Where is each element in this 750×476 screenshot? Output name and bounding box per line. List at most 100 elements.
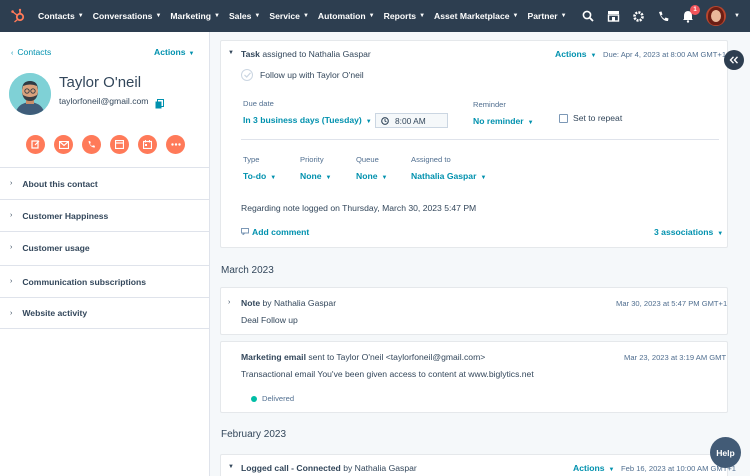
due-date-label: Due date — [243, 99, 274, 108]
task-actions-dropdown[interactable]: Actions ▼ — [555, 49, 596, 59]
contact-actions-dropdown[interactable]: Actions ▼ — [154, 47, 194, 57]
create-note-button[interactable] — [26, 135, 45, 154]
section-label: About this contact — [22, 178, 98, 189]
section-label: Communication subscriptions — [22, 276, 147, 287]
section-about-this-contact[interactable]: › About this contact — [0, 167, 209, 199]
queue-dropdown[interactable]: None ▼ — [356, 171, 387, 181]
nav-label: Service — [269, 11, 300, 21]
assigned-to-dropdown[interactable]: Nathalia Gaspar ▼ — [411, 171, 486, 181]
note-type-label: Note — [241, 298, 261, 308]
nav-conversations[interactable]: Conversations ▼ — [93, 11, 162, 21]
due-time-input[interactable]: 8:00 AM — [375, 113, 448, 128]
complete-task-checkbox[interactable] — [241, 69, 253, 81]
email-recipient: sent to Taylor O'neil <taylorfoneil@gmai… — [308, 352, 486, 362]
chevron-down-icon: ▼ — [717, 231, 724, 237]
section-customer-happiness[interactable]: › Customer Happiness — [0, 199, 209, 231]
nav-label: Contacts — [38, 11, 75, 21]
calling-icon[interactable] — [656, 9, 670, 23]
help-button[interactable]: Help — [710, 437, 741, 468]
due-date-dropdown[interactable]: In 3 business days (Tuesday) ▼ — [243, 115, 372, 125]
section-website-activity[interactable]: › Website activity — [0, 297, 209, 329]
set-to-repeat-checkbox[interactable] — [559, 114, 568, 123]
note-card[interactable]: › Note by Nathalia Gaspar Mar 30, 2023 a… — [220, 287, 728, 335]
section-customer-usage[interactable]: › Customer usage — [0, 231, 209, 263]
back-to-contacts-link[interactable]: ‹ Contacts — [11, 47, 51, 57]
type-dropdown[interactable]: To-do ▼ — [243, 171, 276, 181]
assigned-to-label: Assigned to — [411, 155, 451, 164]
actions-label: Actions — [573, 463, 605, 473]
type-label: Type — [243, 155, 260, 164]
call-button[interactable] — [82, 135, 101, 154]
nav-label: Partner — [527, 11, 558, 21]
email-icon — [58, 140, 69, 149]
chevron-right-icon[interactable]: › — [228, 299, 230, 306]
clock-icon — [381, 116, 389, 125]
marketplace-icon[interactable] — [606, 9, 620, 23]
chevron-down-icon[interactable]: ▼ — [734, 13, 740, 19]
contact-sidebar: ‹ Contacts Actions ▼ Taylor O'neil taylorf… — [0, 32, 210, 476]
contact-avatar — [9, 73, 51, 115]
note-header: Note by Nathalia Gaspar — [241, 298, 336, 308]
chevron-down-icon: ▼ — [302, 13, 309, 19]
set-to-repeat-label: Set to repeat — [573, 113, 623, 123]
nav-service[interactable]: Service ▼ — [269, 11, 309, 21]
email-type-label: Marketing email — [241, 352, 306, 362]
divider — [241, 139, 719, 140]
more-button[interactable] — [166, 135, 185, 154]
call-actions-dropdown[interactable]: Actions ▼ — [573, 463, 614, 473]
note-body: Deal Follow up — [241, 315, 298, 325]
search-icon[interactable] — [581, 9, 595, 23]
chevron-down-icon: ▼ — [608, 467, 615, 473]
nav-reports[interactable]: Reports ▼ — [384, 11, 425, 21]
nav-sales[interactable]: Sales ▼ — [229, 11, 260, 21]
nav-contacts[interactable]: Contacts ▼ — [38, 11, 84, 21]
email-button[interactable] — [54, 135, 73, 154]
chevron-right-icon: › — [10, 180, 13, 187]
chevron-down-icon[interactable]: ▼ — [228, 50, 234, 56]
task-header: Task assigned to Nathalia Gaspar — [241, 49, 371, 59]
chevron-right-icon: › — [10, 244, 13, 251]
section-communication-subscriptions[interactable]: › Communication subscriptions — [0, 265, 209, 297]
copy-icon[interactable] — [155, 96, 164, 109]
user-avatar[interactable] — [706, 6, 727, 26]
month-header-february: February 2023 — [221, 429, 287, 440]
month-header-march: March 2023 — [221, 265, 274, 276]
notifications-icon[interactable]: 1 — [681, 5, 701, 23]
nav-marketing[interactable]: Marketing ▼ — [170, 11, 220, 21]
chevron-down-icon: ▼ — [325, 175, 332, 181]
chevron-left-icon: ‹ — [11, 50, 14, 57]
avatar-face — [711, 10, 722, 22]
nav-partner[interactable]: Partner ▼ — [527, 11, 566, 21]
collapse-sidebar-button[interactable] — [724, 50, 744, 70]
reminder-dropdown[interactable]: No reminder ▼ — [473, 116, 534, 126]
check-icon — [243, 72, 251, 78]
nav-label: Automation — [317, 11, 366, 21]
notification-badge: 1 — [690, 5, 701, 15]
marketing-email-card[interactable]: Marketing email sent to Taylor O'neil <t… — [220, 341, 728, 413]
associations-dropdown[interactable]: 3 associations ▼ — [654, 227, 723, 237]
chevron-down-icon[interactable]: ▼ — [228, 464, 234, 470]
priority-dropdown[interactable]: None ▼ — [300, 171, 331, 181]
contact-action-buttons — [26, 135, 194, 154]
call-header: Logged call - Connected by Nathalia Gasp… — [241, 463, 417, 473]
assigned-to-value: Nathalia Gaspar — [411, 171, 477, 181]
email-header: Marketing email sent to Taylor O'neil <t… — [241, 352, 485, 362]
nav-label: Sales — [228, 11, 252, 21]
nav-automation[interactable]: Automation ▼ — [318, 11, 375, 21]
actions-label: Actions — [555, 49, 587, 59]
chevron-down-icon: ▼ — [270, 175, 277, 181]
logged-call-card[interactable]: ▼ Logged call - Connected by Nathalia Ga… — [220, 454, 736, 476]
chevron-down-icon: ▼ — [480, 175, 487, 181]
actions-label: Actions — [154, 47, 186, 57]
delivered-status-dot — [251, 396, 257, 402]
nav-label: Marketing — [170, 11, 211, 21]
gear-icon[interactable] — [631, 9, 645, 23]
nav-asset-marketplace[interactable]: Asset Marketplace ▼ — [434, 11, 518, 21]
task-title[interactable]: Follow up with Taylor O'neil — [260, 70, 364, 80]
top-navigation-bar: Contacts ▼ Conversations ▼ Marketing ▼ Sale… — [0, 0, 750, 32]
meeting-button[interactable] — [138, 135, 157, 154]
task-button[interactable] — [110, 135, 129, 154]
email-date: Mar 23, 2023 at 3:19 AM GMT — [624, 353, 727, 362]
hubspot-logo-icon[interactable] — [8, 6, 28, 26]
add-comment-button[interactable]: Add comment — [241, 227, 309, 237]
